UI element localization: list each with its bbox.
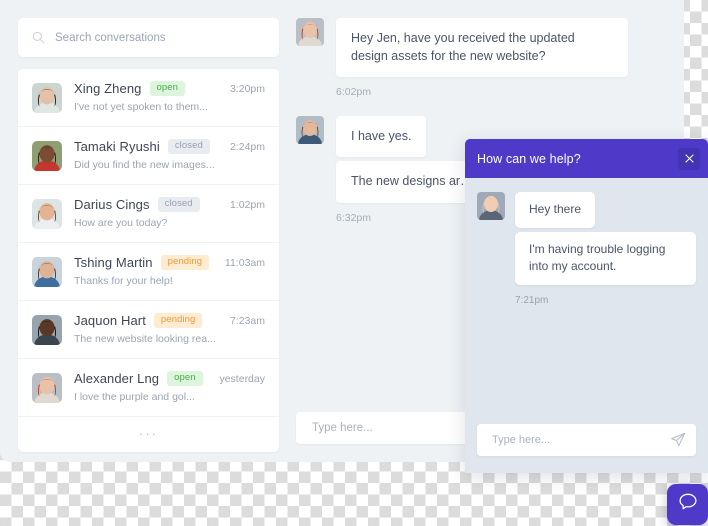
conversation-snippet: Did you find the new images... <box>74 159 215 171</box>
message-timestamp: 6:02pm <box>336 86 372 99</box>
load-more-button[interactable]: ··· <box>18 417 279 452</box>
conversation-timestamp: 1:02pm <box>229 199 265 211</box>
avatar <box>32 83 62 113</box>
message-bubble: I'm having trouble logging into my accou… <box>515 232 696 286</box>
message-stack: Hey Jen, have you received the updated d… <box>336 18 628 81</box>
status-badge: open <box>167 371 203 386</box>
conversation-name: Tshing Martin <box>74 255 153 270</box>
chat-widget-messages: Hey there I'm having trouble logging into… <box>465 178 708 306</box>
chat-widget-composer <box>465 413 708 473</box>
conversation-snippet: I've not yet spoken to them... <box>74 101 208 113</box>
avatar <box>296 116 324 145</box>
search-bar[interactable] <box>18 18 279 57</box>
chat-widget-input[interactable] <box>490 433 670 447</box>
message-bubble: Hey Jen, have you received the updated d… <box>336 18 628 78</box>
chat-widget: How can we help? Hey there I'm having tro… <box>465 139 708 473</box>
message-row: Hey there I'm having trouble logging into… <box>477 192 696 289</box>
conversation-timestamp: 11:03am <box>224 257 265 269</box>
conversation-name: Xing Zheng <box>74 81 142 96</box>
search-icon <box>32 31 45 44</box>
send-paper-plane-icon[interactable] <box>670 432 686 448</box>
conversation-snippet: I love the purple and gol... <box>74 391 195 403</box>
chat-bubble-icon <box>677 491 699 518</box>
conversation-item[interactable]: Tamaki Ryushi closed Did you find the new … <box>18 127 279 185</box>
chat-widget-title: How can we help? <box>477 151 581 166</box>
conversation-item[interactable]: Jaquon Hart pending The new website lookin… <box>18 301 279 359</box>
conversation-snippet: Thanks for your help! <box>74 275 173 287</box>
conversation-snippet: The new website looking rea... <box>74 333 216 345</box>
close-icon[interactable] <box>678 147 700 170</box>
conversation-name: Tamaki Ryushi <box>74 139 160 154</box>
message-group: Hey Jen, have you received the updated d… <box>296 18 664 98</box>
status-badge: closed <box>167 139 210 154</box>
conversation-snippet: How are you today? <box>74 217 168 229</box>
avatar <box>32 257 62 287</box>
chat-launcher-button[interactable] <box>667 484 708 525</box>
avatar <box>32 315 62 345</box>
avatar <box>32 373 62 403</box>
conversation-item[interactable]: Alexander Lng open I love the purple and g… <box>18 359 279 417</box>
status-badge: pending <box>160 255 210 270</box>
conversation-timestamp: 7:23am <box>229 315 265 327</box>
message-bubble: Hey there <box>515 192 596 229</box>
avatar <box>32 199 62 229</box>
status-badge: closed <box>157 197 200 212</box>
conversation-name: Alexander Lng <box>74 371 160 386</box>
conversation-item[interactable]: Xing Zheng open I've not yet spoken to the… <box>18 69 279 127</box>
message-timestamp: 7:21pm <box>515 295 549 307</box>
avatar <box>32 141 62 171</box>
conversation-timestamp: 3:20pm <box>229 83 265 95</box>
avatar <box>296 18 324 46</box>
status-badge: pending <box>153 313 203 328</box>
conversation-name: Jaquon Hart <box>74 313 146 328</box>
conversation-item[interactable]: Tshing Martin pending Thanks for your help… <box>18 243 279 301</box>
conversation-item[interactable]: Darius Cings closed How are you today? 1:02… <box>18 185 279 243</box>
status-badge: open <box>149 81 186 96</box>
conversation-timestamp: 2:24pm <box>229 141 265 153</box>
conversation-list: Xing Zheng open I've not yet spoken to the… <box>18 69 279 452</box>
avatar <box>477 192 505 220</box>
message-group: Hey there I'm having trouble logging into… <box>477 192 696 306</box>
chat-widget-header: How can we help? <box>465 139 708 178</box>
chat-widget-composer-box[interactable] <box>477 424 696 456</box>
conversation-name: Darius Cings <box>74 197 150 212</box>
search-input[interactable] <box>55 31 265 44</box>
conversations-sidebar: Xing Zheng open I've not yet spoken to the… <box>18 18 279 452</box>
message-stack: Hey there I'm having trouble logging into… <box>515 192 696 289</box>
message-row: Hey Jen, have you received the updated d… <box>296 18 664 81</box>
conversation-timestamp: yesterday <box>219 373 265 385</box>
message-bubble: I have yes. <box>336 116 427 158</box>
